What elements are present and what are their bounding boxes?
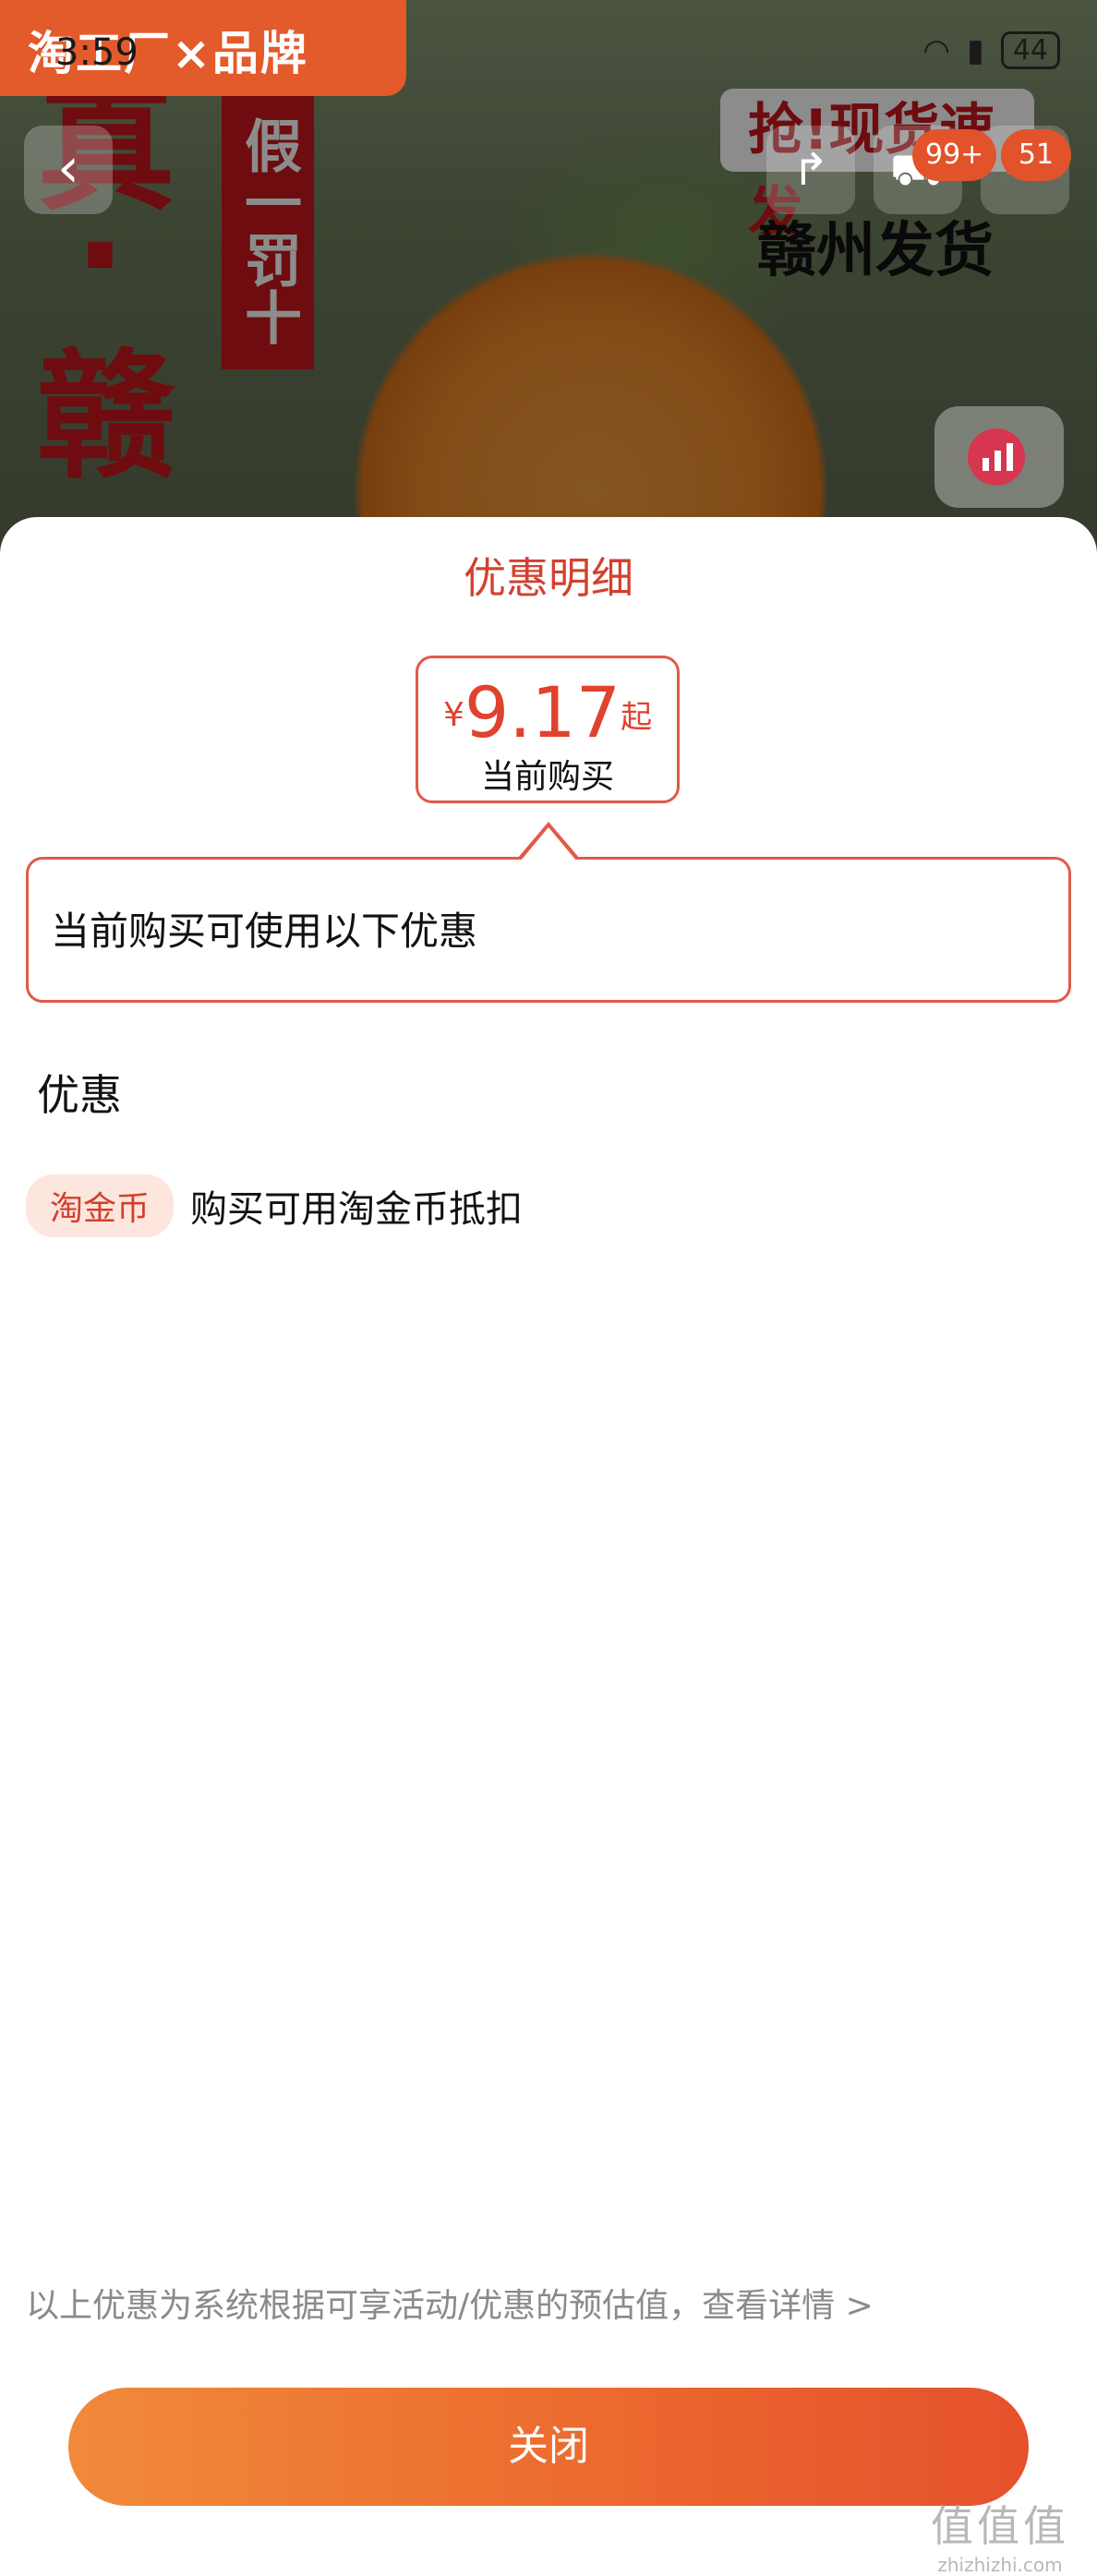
currency-symbol: ¥ xyxy=(442,696,464,734)
discount-tag: 淘金币 xyxy=(26,1174,175,1237)
signal-icon: ▮ xyxy=(967,31,984,69)
close-button[interactable]: 关闭 xyxy=(68,2388,1029,2506)
details-link[interactable]: 以上优惠为系统根据可享活动/优惠的预估值，查看详情 > xyxy=(26,2279,874,2327)
back-button[interactable]: ‹ xyxy=(24,126,113,214)
wifi-icon: ◠ xyxy=(922,31,951,69)
cart-count-badge: 99+ xyxy=(912,129,997,181)
status-icons: ◠ ▮ 44 xyxy=(922,31,1060,69)
share-icon: ↱ xyxy=(791,144,830,196)
sheet-title: 优惠明细 xyxy=(464,553,633,603)
info-callout: 当前购买可使用以下优惠 xyxy=(26,857,1071,1003)
section-title: 优惠 xyxy=(37,1070,122,1120)
watermark-logo: 值值值 zhizhizhi.com xyxy=(931,2501,1069,2576)
discount-detail-sheet: 优惠明细 ¥9.17起 当前购买 当前购买可使用以下优惠 优惠 淘金币 购买可用… xyxy=(0,517,1097,2576)
list-item: 淘金币 购买可用淘金币抵扣 xyxy=(26,1174,523,1237)
chevron-left-icon: ‹ xyxy=(57,136,79,200)
share-button[interactable]: ↱ xyxy=(766,126,855,214)
info-text: 当前购买可使用以下优惠 xyxy=(51,909,478,954)
discount-text: 购买可用淘金币抵扣 xyxy=(190,1188,524,1231)
price-value: 9.17 xyxy=(464,671,621,753)
status-time: 3:59 xyxy=(55,31,139,74)
price-suffix: 起 xyxy=(621,699,653,736)
stats-button[interactable] xyxy=(934,406,1064,508)
price-label: 当前购买 xyxy=(480,758,614,796)
battery-icon: 44 xyxy=(1000,31,1060,69)
current-price-box: ¥9.17起 当前购买 xyxy=(416,656,680,803)
message-count-badge: 51 xyxy=(1001,129,1071,181)
